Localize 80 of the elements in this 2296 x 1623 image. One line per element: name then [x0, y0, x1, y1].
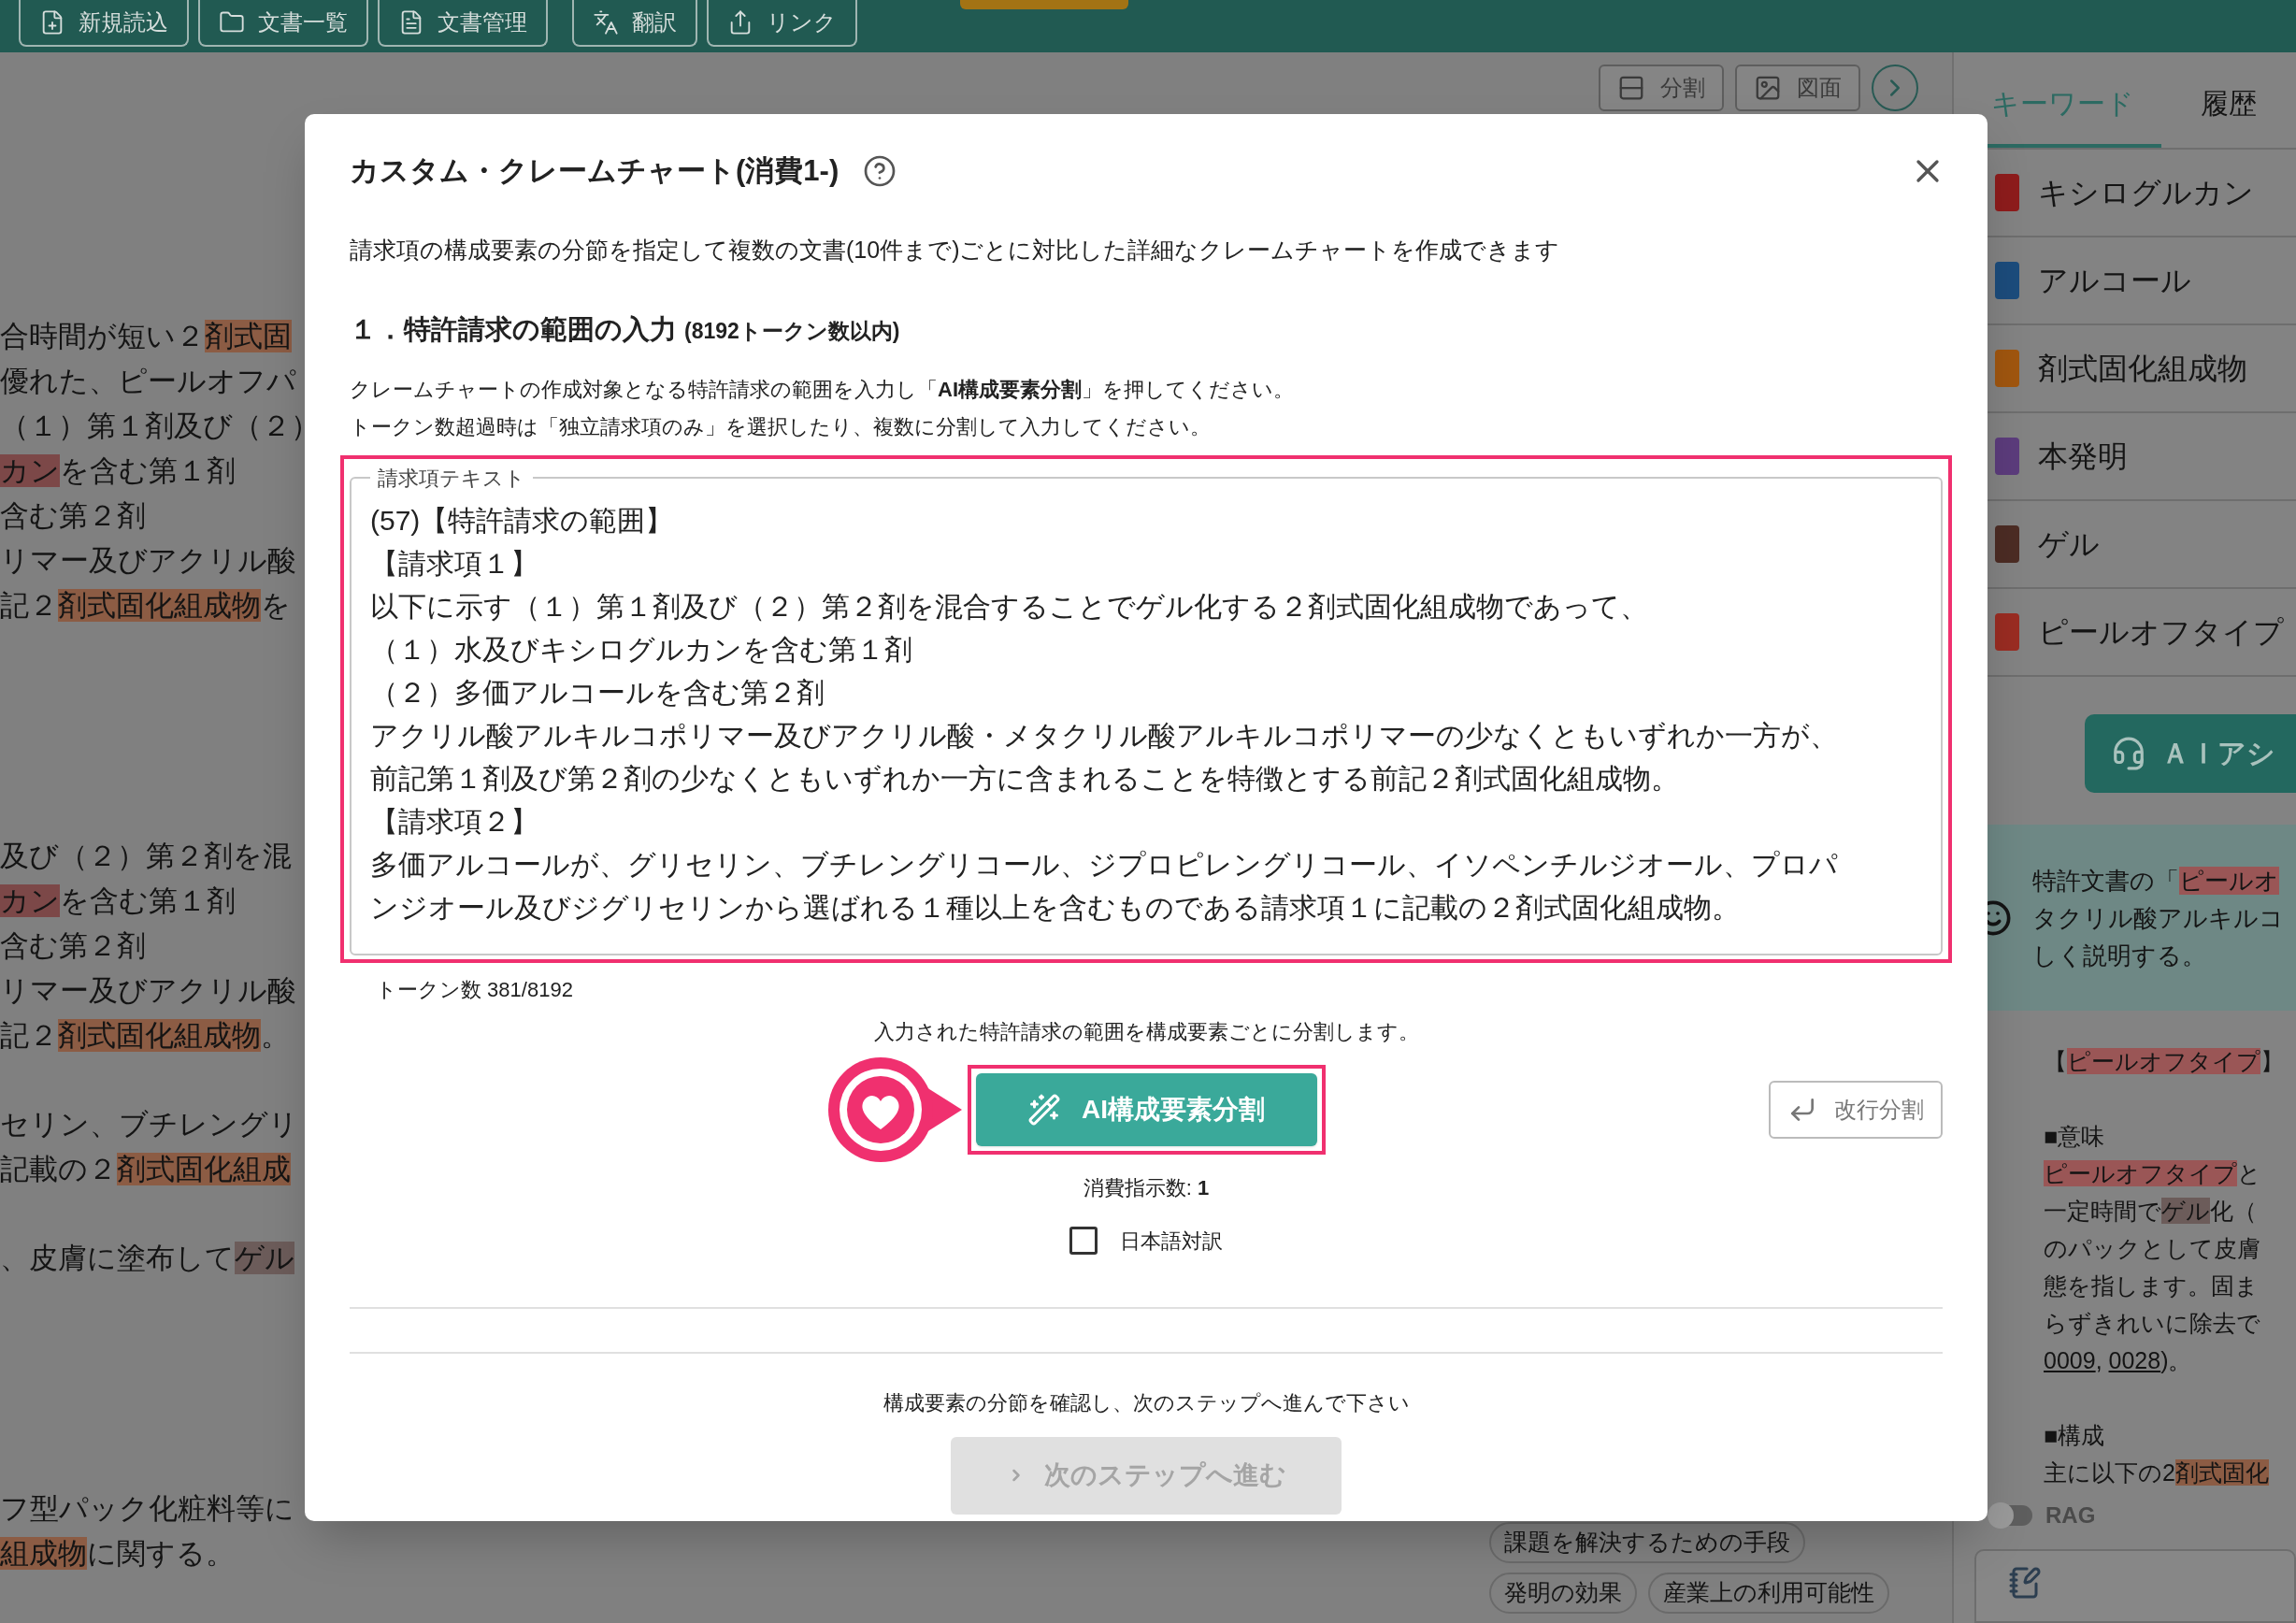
ai-split-button[interactable]: AI構成要素分割: [975, 1072, 1317, 1146]
edit-note-icon: [2008, 1566, 2042, 1601]
document-line: 含む第２剤: [0, 928, 146, 964]
magic-wand-icon: [1027, 1092, 1061, 1127]
answer-text: 0009, 0028)。: [2044, 1346, 2192, 1376]
claim-line: （２）多価アルコールを含む第２剤: [370, 675, 825, 710]
panel-tab[interactable]: 履歴: [2161, 63, 2296, 148]
section-tag[interactable]: 産業上の利用可能性: [1648, 1573, 1889, 1614]
rows-icon: [1617, 74, 1645, 102]
keyword-label: 本発明: [2038, 438, 2128, 475]
toolbar-button[interactable]: 新規読込: [19, 0, 189, 47]
instruction-text: クレームチャートの作成対象となる特許請求の範囲を入力し「AI構成要素分割」を押してください。: [350, 376, 1294, 403]
split-hint: 入力された特許請求の範囲を構成要素ごとに分割します。: [873, 1018, 1419, 1045]
paragraph-link[interactable]: 0009: [2044, 1347, 2096, 1374]
claim-line: アクリル酸アルキルコポリマー及びアクリル酸・メタクリル酸アルキルコポリマーの少なくともいずれか一方が、: [370, 718, 1838, 753]
section-tag[interactable]: 発明の効果: [1489, 1573, 1637, 1614]
claim-line: 前記第１剤及び第２剤の少なくともいずれか一方に含まれることを特徴とする前記２剤式固化組成物。: [370, 761, 1679, 796]
claim-line: (57)【特許請求の範囲】: [370, 503, 674, 538]
chat-input-field[interactable]: [1974, 1549, 2296, 1623]
toolbar-button[interactable]: 文書一覧: [198, 0, 368, 47]
document-line: フ型パック化粧料等に: [0, 1491, 294, 1527]
answer-text: のパックとして皮膚: [2044, 1234, 2260, 1264]
toolbar-button[interactable]: 翻訳: [572, 0, 697, 47]
keyword-label: ゲル: [2038, 525, 2100, 563]
ai-assistant-button[interactable]: ＡＩアシ: [2085, 713, 2296, 793]
document-line: リマー及びアクリル酸: [0, 973, 296, 1009]
view-button[interactable]: 図面: [1735, 65, 1860, 111]
claim-line: （１）水及びキシログルカンを含む第１剤: [370, 632, 912, 667]
document-line: 記載の２ 剤式固化組成: [0, 1152, 291, 1187]
toolbar-button[interactable]: リンク: [707, 0, 857, 47]
claim-field-legend: 請求項テキスト: [370, 462, 533, 494]
claim-line: 多価アルコールが、グリセリン、ブチレングリコール、ジプロピレングリコール、イソペンチルジオール、プロパ: [370, 847, 1838, 882]
document-line: セリン、ブチレングリ: [0, 1107, 298, 1142]
translate-icon: [593, 9, 619, 36]
rag-toggle[interactable]: [1987, 1505, 2032, 1527]
next-step-hint: 構成要素の分節を確認し、次のステップへ進んで下さい: [883, 1389, 1410, 1416]
answer-text: 一定時間でゲル化（: [2044, 1197, 2257, 1227]
document-line: （１）第１剤及び（２）: [0, 409, 320, 444]
claim-line: 以下に示す（１）第１剤及び（２）第２剤を混合することでゲル化する２剤式固化組成物であって、: [370, 589, 1648, 624]
answer-text: 態を指します。固ま: [2044, 1271, 2259, 1301]
keyword-label: ピールオフタイプ: [2038, 613, 2284, 651]
headset-icon: [2111, 735, 2146, 771]
question-text: タクリル酸アルキルコ: [2032, 902, 2284, 934]
document-line: 優れた、ピールオフパ: [0, 364, 296, 399]
dialog-description: 請求項の構成要素の分節を指定して複数の文書(10件まで)ごとに対比した詳細なクレームチャートを作成できます: [350, 236, 1560, 265]
instruction-text: トークン数超過時は「独立請求項のみ」を選択したり、複数に分割して入力してください。: [350, 413, 1211, 440]
section-title: １．特許請求の範囲の入力: [350, 313, 677, 346]
document-line: カンを含む第１剤: [0, 453, 236, 489]
question-text: 特許文書の「ピールオ: [2032, 865, 2279, 897]
answer-text: ■構成: [2044, 1421, 2105, 1451]
rag-label: RAG: [2045, 1501, 2096, 1530]
question-text: しく説明する。: [2032, 940, 2206, 971]
dialog-title: カスタム・クレームチャート(消費1-): [350, 152, 839, 189]
document-line: リマー及びアクリル酸: [0, 543, 296, 579]
keyword-label: 剤式固化組成物: [2038, 350, 2247, 387]
keyword-label: アルコール: [2038, 262, 2191, 299]
document-line: 合時間が短い２ 剤式固: [0, 319, 292, 354]
view-button[interactable]: 分割: [1599, 65, 1724, 111]
token-count: トークン数 381/8192: [376, 976, 573, 1003]
answer-text: らずきれいに除去で: [2044, 1309, 2260, 1339]
claim-line: ンジオール及びジグリセリンから選ばれる１種以上を含むものである請求項１に記載の２剤式固化組成物。: [370, 890, 1740, 925]
consumption-count: 消費指示数: 1: [1083, 1174, 1210, 1201]
document-line: 、皮膚に塗布してゲル: [0, 1241, 294, 1276]
claim-line: 【請求項２】: [370, 804, 538, 839]
checkbox-label: 日本語対訳: [1120, 1228, 1223, 1255]
section-note: (8192トークン数以内): [684, 318, 900, 345]
paragraph-link[interactable]: 0028: [2108, 1347, 2161, 1374]
image-icon: [1754, 74, 1782, 102]
answer-text: 主に以下の2剤式固化: [2044, 1458, 2269, 1488]
document-line: 組成物に関する。: [0, 1536, 235, 1572]
help-icon[interactable]: [863, 154, 897, 188]
keyword-label: キシログルカン: [2038, 174, 2254, 211]
document-line: 及び（２）第２剤を混: [0, 839, 292, 874]
answer-text: ■意味: [2044, 1122, 2105, 1152]
document-line: カンを含む第１剤: [0, 883, 236, 919]
checkbox[interactable]: [1069, 1227, 1098, 1255]
document-line: 含む第２剤: [0, 498, 146, 534]
claim-line: 【請求項１】: [370, 546, 538, 581]
line-split-button[interactable]: 改行分割: [1769, 1080, 1943, 1139]
toolbar-button[interactable]: 文書管理: [378, 0, 548, 47]
